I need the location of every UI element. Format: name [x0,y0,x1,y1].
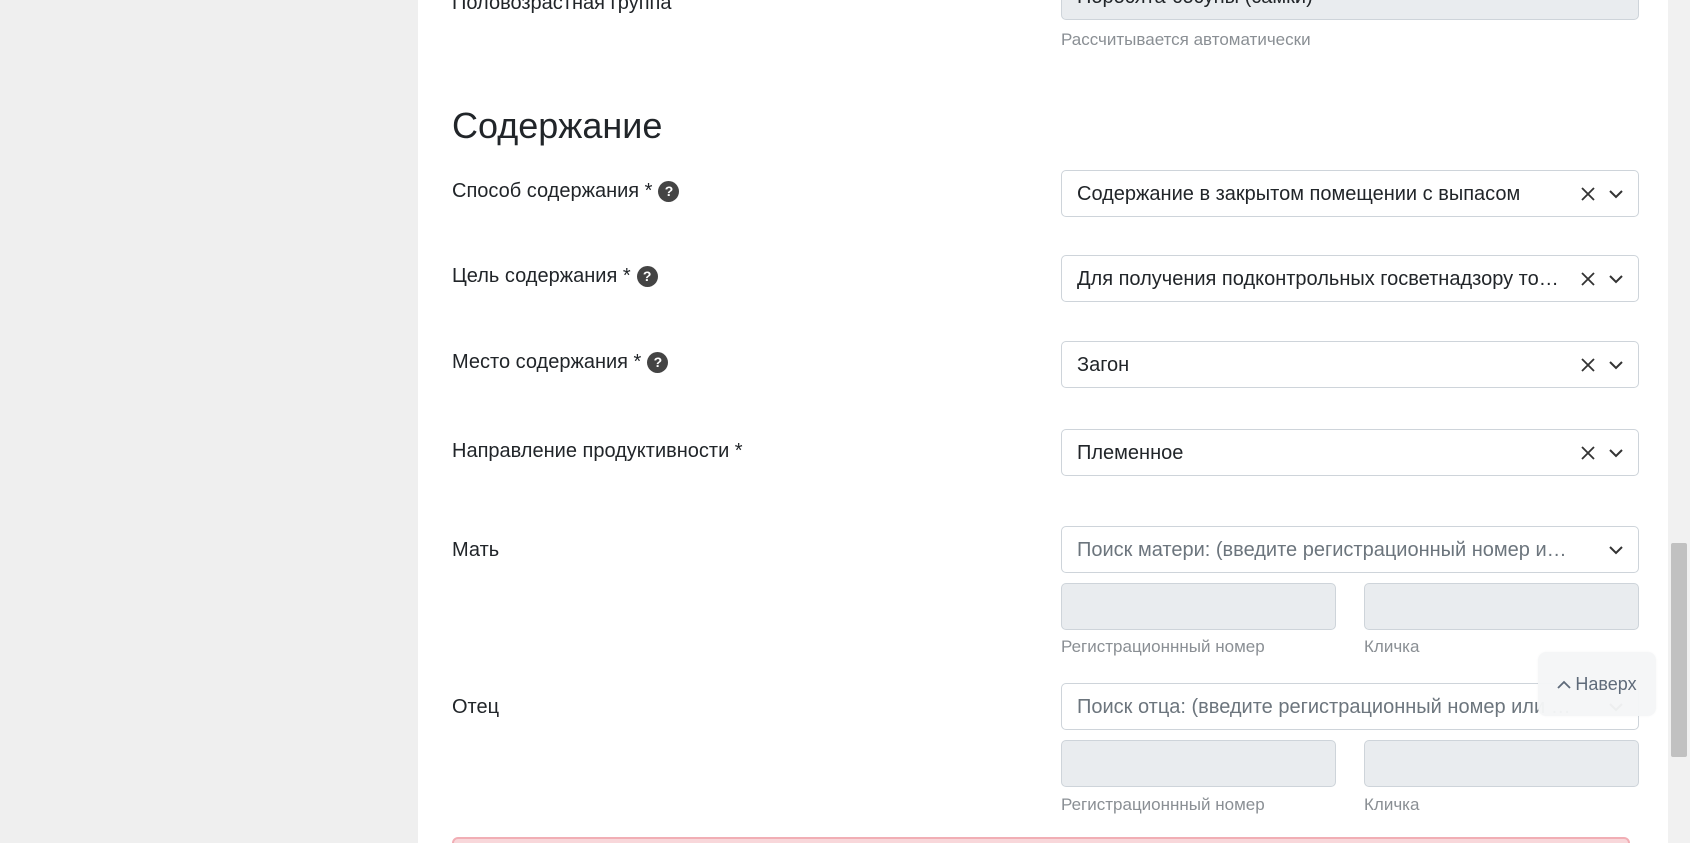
question-circle-icon[interactable]: ? [647,352,669,373]
close-icon[interactable] [1578,443,1598,463]
keeping-method-label-text: Способ содержания * [452,180,653,202]
mother-reg-number-field [1061,583,1336,630]
close-icon[interactable] [1578,184,1598,204]
father-reg-number-hint: Регистрационнный номер [1061,795,1265,814]
productivity-direction-label: Направление продуктивности * [452,440,743,462]
chevron-down-icon[interactable] [1608,271,1624,287]
keeping-place-value: Загон [1077,354,1130,376]
keeping-method-select[interactable]: Содержание в закрытом помещении с выпасо… [1061,170,1639,217]
close-icon[interactable] [1578,355,1598,375]
back-to-top-button[interactable]: Наверх [1538,652,1656,716]
form-panel: Половозрастная группа Поросята-сосуны (с… [418,0,1668,843]
mother-reg-number-hint: Регистрационнный номер [1061,637,1265,656]
productivity-direction-value: Племенное [1077,442,1184,464]
keeping-purpose-select[interactable]: Для получения подконтрольных госветнадзо… [1061,255,1639,302]
question-circle-icon[interactable]: ? [658,181,680,202]
age-group-value: Поросята-сосуны (самки) [1077,0,1568,9]
mother-search-select[interactable]: Поиск матери: (введите регистрационный н… [1061,526,1639,573]
close-icon[interactable] [1578,269,1598,289]
alert-box [452,837,1630,843]
mother-label: Мать [452,539,500,561]
scrollbar-thumb[interactable] [1671,543,1687,757]
keeping-purpose-label: Цель содержания *? [452,264,658,288]
question-circle-icon[interactable]: ? [636,266,658,287]
mother-name-field [1364,583,1639,630]
mother-search-placeholder: Поиск матери: (введите регистрационный н… [1077,539,1578,561]
keeping-place-label-text: Место содержания * [452,351,642,373]
age-group-field: Поросята-сосуны (самки) [1061,0,1639,20]
keeping-method-value: Содержание в закрытом помещении с выпасо… [1077,183,1521,205]
chevron-down-icon[interactable] [1608,445,1624,461]
chevron-down-icon[interactable] [1608,186,1624,202]
father-name-hint: Кличка [1364,795,1420,814]
chevron-down-icon[interactable] [1608,542,1624,558]
chevron-down-icon[interactable] [1608,357,1624,373]
keeping-purpose-value: Для получения подконтрольных госветнадзо… [1077,268,1568,290]
father-search-placeholder: Поиск отца: (введите регистрационный ном… [1077,696,1578,718]
father-label: Отец [452,696,500,718]
section-title: Содержание [452,105,663,146]
keeping-purpose-label-text: Цель содержания * [452,265,631,287]
mother-name-hint: Кличка [1364,637,1420,656]
age-group-label: Половозрастная группа [452,0,672,14]
back-to-top-label: Наверх [1575,674,1637,694]
age-group-hint: Рассчитывается автоматически [1061,30,1311,49]
keeping-method-label: Способ содержания *? [452,179,680,203]
chevron-up-icon [1557,680,1572,689]
father-reg-number-field [1061,740,1336,787]
father-name-field [1364,740,1639,787]
keeping-place-label: Место содержания *? [452,350,669,374]
productivity-direction-select[interactable]: Племенное [1061,429,1639,476]
keeping-place-select[interactable]: Загон [1061,341,1639,388]
